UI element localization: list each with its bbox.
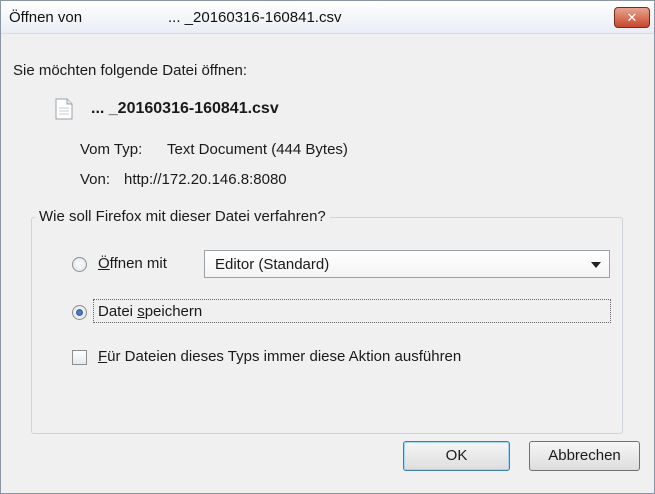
title-bar[interactable]: Öffnen von ... _20160316-160841.csv ✕ — [1, 1, 654, 34]
document-icon — [55, 98, 73, 120]
file-name: ... _20160316-160841.csv — [91, 100, 279, 117]
close-button[interactable]: ✕ — [614, 7, 650, 28]
save-file-accel: s — [137, 303, 145, 320]
open-with-accel: Ö — [98, 255, 110, 272]
action-legend: Wie soll Firefox mit dieser Datei verfah… — [35, 208, 330, 225]
open-with-label-text: ffnen mit — [109, 255, 167, 272]
save-file-label-rest: peichern — [144, 303, 203, 320]
type-value: Text Document (444 Bytes) — [167, 141, 348, 158]
always-action-label[interactable]: Für Dateien dieses Typs immer diese Akti… — [98, 348, 461, 365]
source-label: Von: — [80, 171, 111, 188]
always-action-accel: F — [98, 348, 108, 365]
save-file-label-pre: Datei — [98, 303, 138, 320]
always-action-label-text: ür Dateien dieses Typs immer diese Aktio… — [107, 348, 462, 365]
save-file-radio[interactable] — [72, 305, 87, 320]
chevron-down-icon — [591, 262, 601, 268]
window-title-filename: ... _20160316-160841.csv — [168, 9, 342, 26]
source-value: http://172.20.146.8:8080 — [124, 171, 287, 188]
ok-button[interactable]: OK — [403, 441, 510, 471]
type-label: Vom Typ: — [80, 141, 143, 158]
open-with-app-select[interactable]: Editor (Standard) — [204, 250, 610, 278]
open-with-label[interactable]: Öffnen mit — [98, 255, 167, 272]
open-with-radio[interactable] — [72, 257, 87, 272]
close-icon: ✕ — [626, 10, 638, 25]
dialog-content: Sie möchten folgende Datei öffnen: ... _… — [1, 34, 654, 493]
save-file-label[interactable]: Datei speichern — [98, 303, 202, 320]
open-prompt: Sie möchten folgende Datei öffnen: — [13, 62, 248, 79]
download-dialog: Öffnen von ... _20160316-160841.csv ✕ Si… — [0, 0, 655, 494]
window-title-prefix: Öffnen von — [9, 9, 83, 26]
always-action-checkbox[interactable] — [72, 350, 87, 365]
open-with-app-value: Editor (Standard) — [215, 256, 330, 273]
cancel-button[interactable]: Abbrechen — [529, 441, 640, 471]
